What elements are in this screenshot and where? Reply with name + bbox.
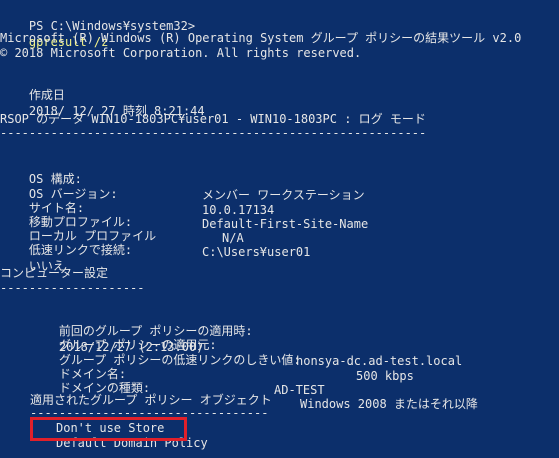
local-profile-value: C:\Users¥user01 (202, 245, 311, 259)
slow-link-label: 低速リンクで接続: (28, 243, 133, 257)
domain-type-value: Windows 2008 またはそれ以降 (300, 397, 478, 411)
powershell-console[interactable]: PS C:\Windows¥system32> gpresult /z Micr… (0, 0, 559, 458)
os-config-row: OS 構成: メンバー ワークステーション (0, 155, 365, 202)
created-line: 作成日 2018/ 12/ 27 時刻 8:21:44 (0, 71, 205, 118)
product-line: Microsoft (R) Windows (R) Operating Syst… (0, 31, 522, 45)
computer-settings-underline: -------------------- (0, 281, 145, 295)
computer-settings-title: コンピューター設定 (0, 266, 109, 280)
highlight-box (30, 417, 187, 441)
applied-from-row: グループ ポリシーの適用元: honsya-dc.ad-test.local (30, 321, 462, 368)
copyright-line: © 2018 Microsoft Corporation. All rights… (0, 46, 362, 60)
applied-from-value: honsya-dc.ad-test.local (296, 354, 463, 368)
slow-link-threshold-value: 500 kbps (356, 369, 414, 383)
rsop-separator: ----------------------------------------… (0, 126, 427, 140)
prompt-line: PS C:\Windows¥system32> gpresult /z (0, 2, 195, 49)
os-config-value: メンバー ワークステーション (202, 188, 365, 202)
created-label: 作成日 (28, 88, 65, 102)
domain-type-row: ドメインの種類: Windows 2008 またはそれ以降 (30, 364, 478, 411)
slow-link-row: 低速リンクで接続: いいえ (0, 226, 132, 273)
